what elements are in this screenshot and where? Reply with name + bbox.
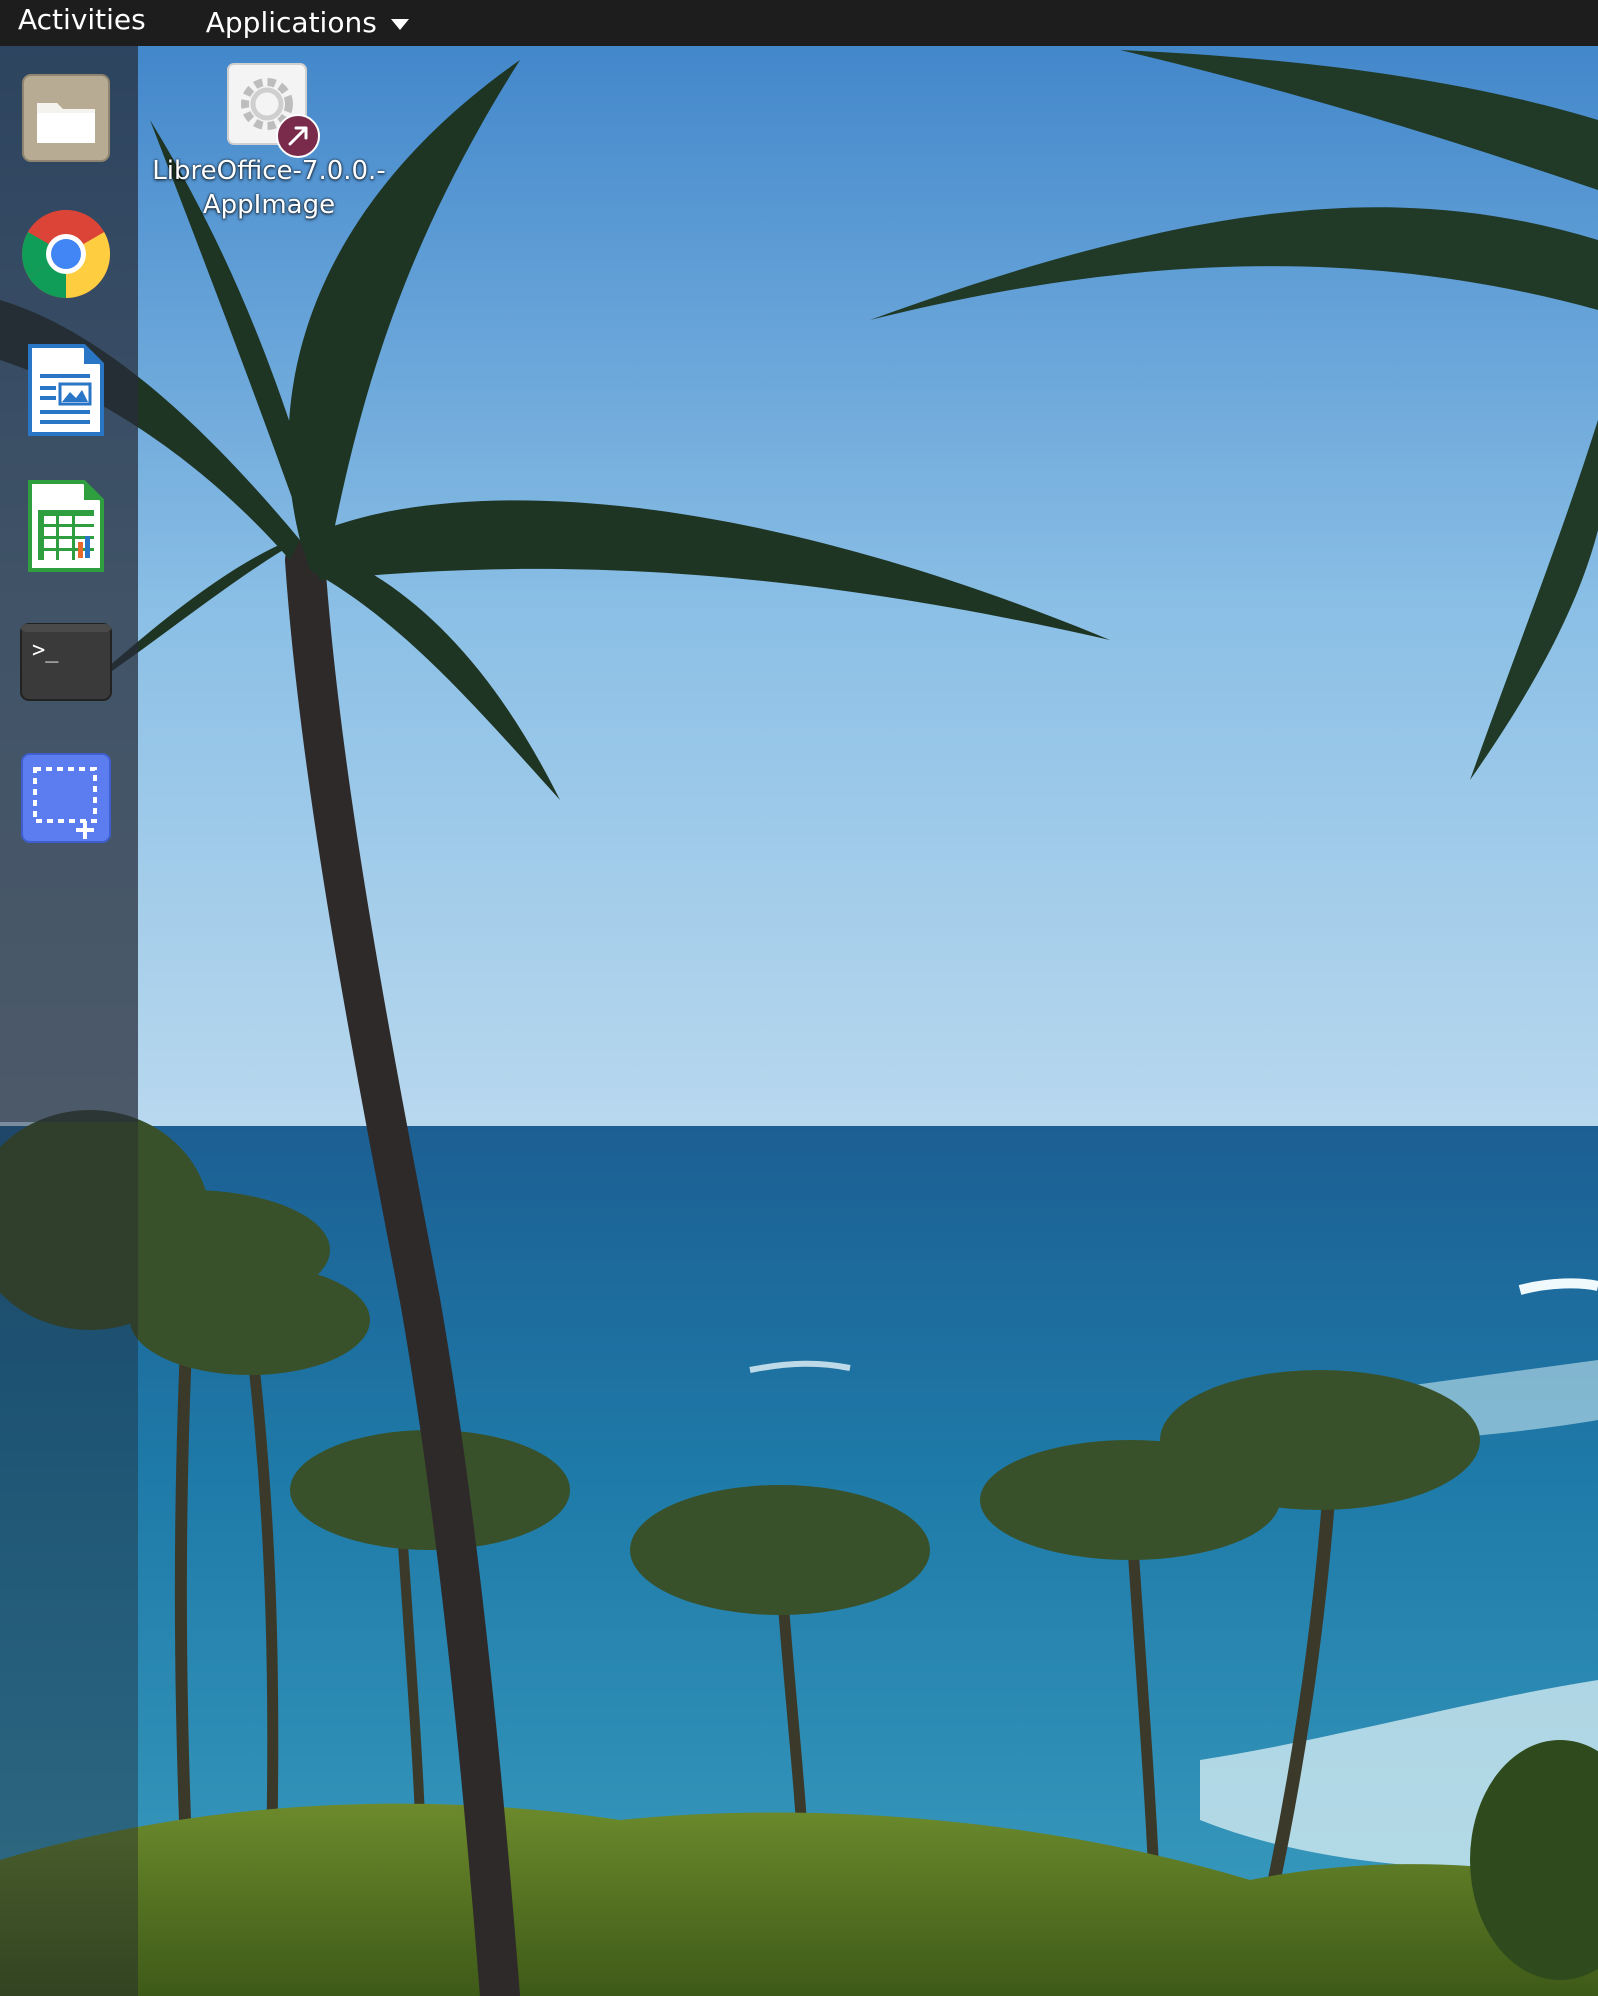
svg-text:>_: >_ <box>32 638 59 663</box>
calc-icon <box>28 480 104 572</box>
desktop-icon-label: LibreOffice-7.0.0.- AppImage <box>148 154 390 222</box>
desktop-wallpaper <box>0 0 1598 1996</box>
dock-item-terminal[interactable]: >_ <box>20 616 112 708</box>
terminal-icon: >_ <box>20 623 112 701</box>
chrome-icon <box>22 210 110 298</box>
dropdown-arrow-icon <box>390 18 409 30</box>
appimage-thumbnail <box>226 62 320 158</box>
dock-item-files[interactable] <box>20 72 112 164</box>
desktop-icon-label-line2: AppImage <box>202 190 336 220</box>
applications-menu[interactable]: Applications <box>206 0 409 46</box>
writer-icon <box>28 344 104 436</box>
dock-item-chrome[interactable] <box>20 208 112 300</box>
desktop-icon-libreoffice-appimage[interactable]: LibreOffice-7.0.0.- AppImage <box>148 62 390 222</box>
top-bar: Activities Applications <box>0 0 1598 46</box>
dock-item-libreoffice-calc[interactable] <box>20 480 112 572</box>
dock-item-libreoffice-writer[interactable] <box>20 344 112 436</box>
activities-button[interactable]: Activities <box>0 0 164 46</box>
dock: >_ <box>0 46 138 1996</box>
files-icon <box>22 74 110 162</box>
applications-menu-label: Applications <box>205 6 377 39</box>
symlink-arrow-icon <box>276 114 320 158</box>
dock-item-screenshot[interactable] <box>20 752 112 844</box>
desktop-icon-label-line1: LibreOffice-7.0.0.- <box>152 156 386 186</box>
screenshot-icon <box>21 753 111 843</box>
